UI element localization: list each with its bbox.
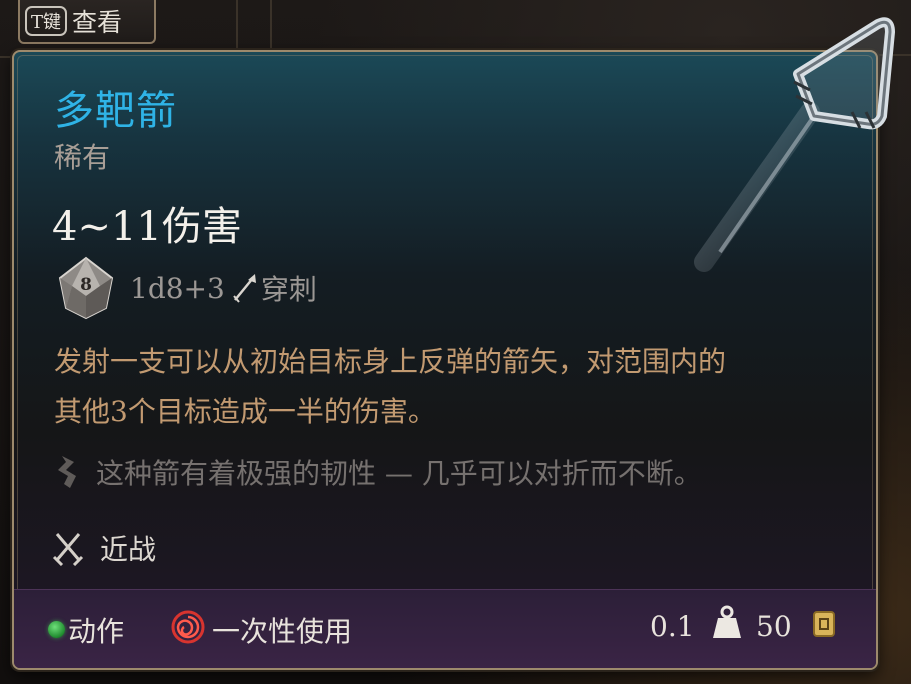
action-dot-icon	[48, 621, 65, 638]
weight-value: 0.1	[650, 610, 695, 643]
action-type: 动作	[68, 615, 125, 648]
scroll-quote-icon	[58, 456, 76, 488]
weight-icon	[713, 605, 741, 638]
damage-type: 穿刺	[260, 273, 317, 306]
item-rarity: 稀有	[54, 141, 111, 174]
inspect-hint[interactable]: T键 查看	[18, 0, 156, 44]
item-description: 发射一支可以从初始目标身上反弹的箭矢，对范围内的 其他3个目标造成一半的伤害。	[54, 337, 854, 437]
property-row: 近战	[52, 528, 156, 568]
description-line: 发射一支可以从初始目标身上反弹的箭矢，对范围内的	[54, 345, 727, 378]
tooltip-footer: 动作 一次性使用 0.1 50	[14, 589, 876, 668]
property-melee: 近战	[100, 533, 157, 566]
usage-type: 一次性使用	[212, 615, 353, 648]
spiral-consumable-icon	[171, 610, 205, 644]
crossed-swords-icon	[52, 533, 84, 566]
price-value: 50	[756, 610, 792, 643]
item-name: 多靶箭	[54, 88, 177, 134]
damage-dice-row: 8 1d8+3 穿刺	[56, 256, 317, 320]
flavor-row: 这种箭有着极强的韧性 — 几乎可以对折而不断。	[52, 452, 702, 492]
inspect-hint-label: 查看	[72, 8, 123, 37]
arrow-item-art	[694, 17, 895, 272]
damage-range: 4~11伤害	[52, 204, 242, 250]
hotkey-badge: T键	[25, 6, 68, 36]
d10-dice-icon: 8	[58, 256, 114, 320]
gold-coin-icon	[813, 611, 835, 637]
arrow-pierce-icon	[233, 274, 256, 303]
dice-formula: 1d8+3	[130, 271, 225, 305]
description-line: 其他3个目标造成一半的伤害。	[54, 395, 436, 428]
dice-face-number: 8	[80, 275, 92, 295]
flavor-text: 这种箭有着极强的韧性 — 几乎可以对折而不断。	[96, 457, 702, 490]
